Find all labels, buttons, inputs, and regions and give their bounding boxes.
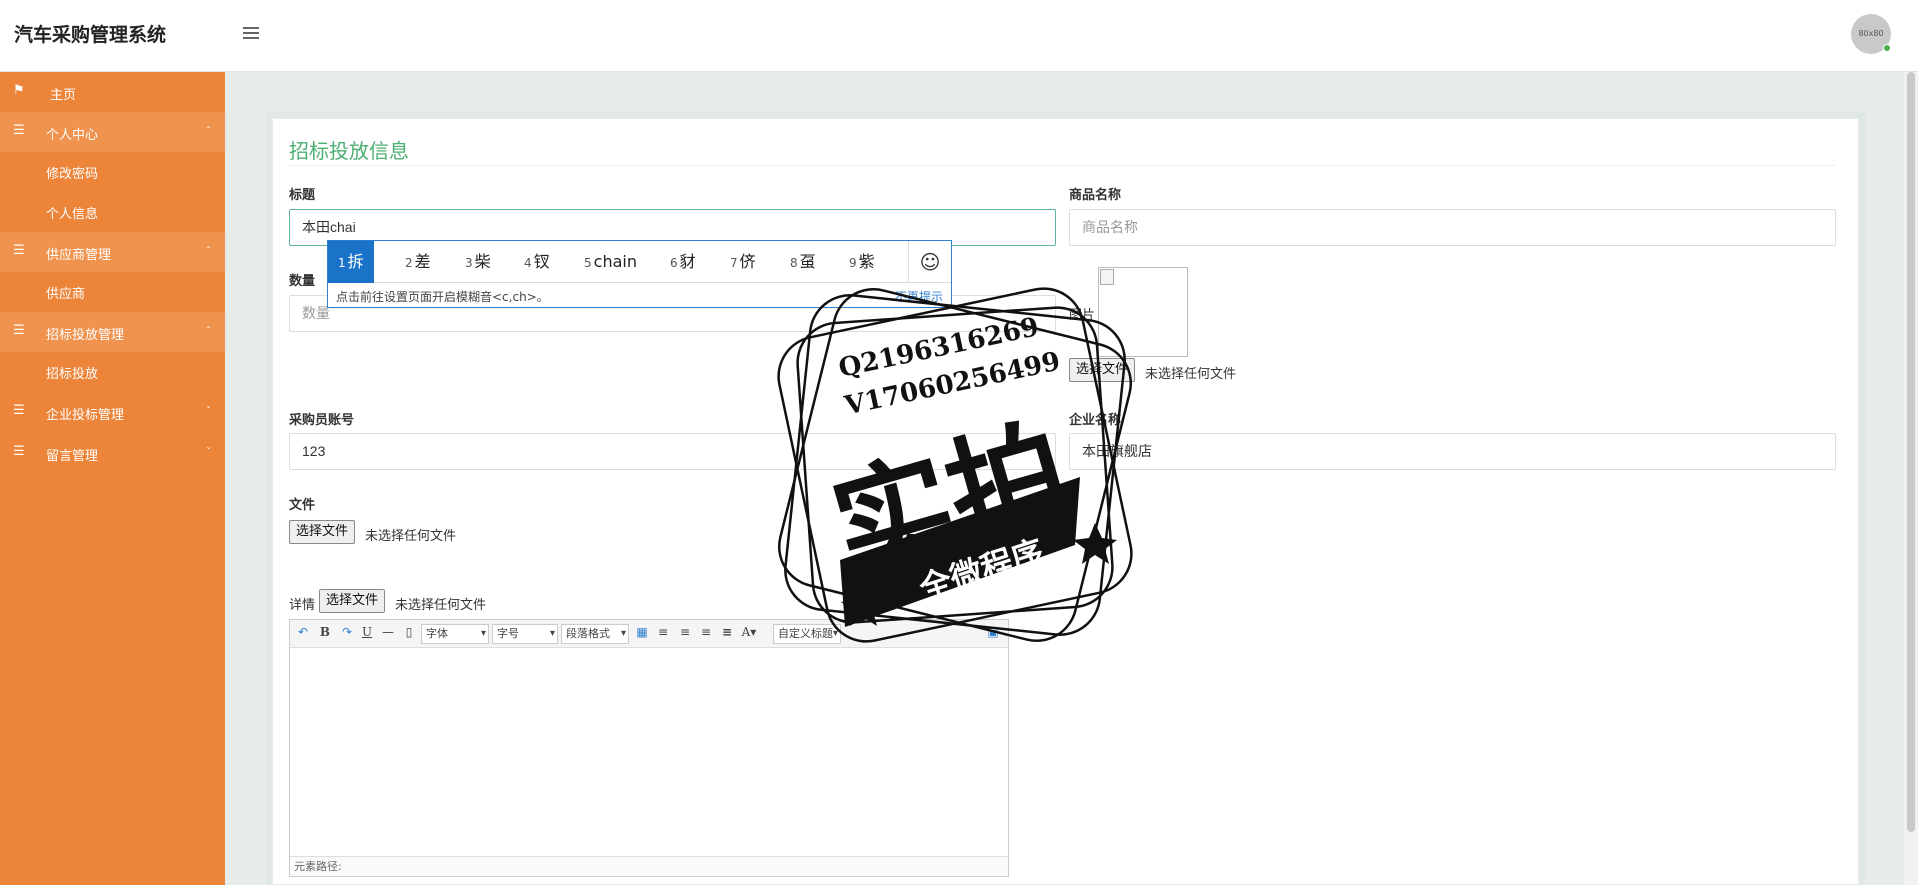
sidebar-item-label: 个人中心 <box>46 128 99 143</box>
chevron-up-icon: ˆ <box>206 246 211 257</box>
chevron-down-icon: ˇ <box>206 406 211 417</box>
watermark-stamp: Q2196316269 V17060256499 实拍 全微程序 <box>745 255 1165 675</box>
align-right-icon[interactable]: ≡ <box>676 625 694 639</box>
list-icon: ☰ <box>13 403 25 418</box>
ime-candidate[interactable]: 5 chain <box>584 241 637 283</box>
product-name-label: 商品名称 <box>1069 188 1122 203</box>
chevron-up-icon: ˆ <box>206 326 211 337</box>
page-title: 招标投放信息 <box>289 139 409 163</box>
product-name-input[interactable]: 商品名称 <box>1069 209 1836 246</box>
sidebar-item-label: 留言管理 <box>46 449 99 464</box>
redo-icon[interactable]: ↷ <box>338 625 356 639</box>
undo-icon[interactable]: ↶ <box>294 625 312 639</box>
app-title: 汽车采购管理系统 <box>14 24 167 46</box>
list-icon: ☰ <box>13 444 25 459</box>
chevron-up-icon: ˆ <box>206 126 211 137</box>
details-choose-file-button[interactable]: 选择文件 <box>319 589 386 613</box>
flag-icon: ⚑ <box>13 83 25 98</box>
justify-icon[interactable]: ≡ <box>718 625 736 639</box>
details-file-status: 未选择任何文件 <box>395 598 487 613</box>
list-icon: ☰ <box>13 123 25 138</box>
top-bar: 汽车采购管理系统 80x80 <box>0 0 1918 72</box>
sidebar-group-tender[interactable]: ☰ 招标投放管理 ˆ <box>0 312 225 352</box>
underline-icon[interactable]: U <box>358 625 376 639</box>
chevron-down-icon: ˇ <box>206 447 211 458</box>
online-status-dot <box>1883 44 1891 52</box>
buyer-account-label: 采购员账号 <box>289 413 355 428</box>
list-icon: ☰ <box>13 323 25 338</box>
details-label: 详情 <box>289 598 316 613</box>
sidebar-item-label: 主页 <box>50 88 77 103</box>
quantity-label: 数量 <box>289 274 316 289</box>
sidebar-item-profile[interactable]: 个人信息 <box>46 203 98 222</box>
align-center-icon[interactable]: ≡ <box>697 625 715 639</box>
company-name-input[interactable]: 本田旗舰店 <box>1069 433 1836 470</box>
ime-candidate[interactable]: 2差 <box>405 241 431 283</box>
sidebar-item-change-password[interactable]: 修改密码 <box>46 163 98 182</box>
file-choose-file-button[interactable]: 选择文件 <box>289 520 356 544</box>
sidebar-group-personal[interactable]: ☰ 个人中心 ˆ <box>0 112 225 152</box>
file-label: 文件 <box>289 498 316 513</box>
bold-icon[interactable]: B <box>316 625 334 639</box>
menu-toggle-icon[interactable] <box>243 27 259 39</box>
title-label: 标题 <box>289 188 316 203</box>
ime-candidate[interactable]: 3柴 <box>465 241 491 283</box>
font-family-select[interactable]: 字体 <box>421 624 489 644</box>
sidebar-group-supplier[interactable]: ☰ 供应商管理 ˆ <box>0 232 225 272</box>
ime-candidate[interactable]: 4钗 <box>524 241 550 283</box>
ime-hint[interactable]: 点击前往设置页面开启模糊音<c,ch>。 <box>336 288 549 305</box>
ime-candidate[interactable]: 6豺 <box>670 241 696 283</box>
sidebar-item-tender[interactable]: 招标投放 <box>46 363 98 382</box>
scrollbar-thumb[interactable] <box>1907 72 1915 832</box>
sidebar-item-home[interactable]: ⚑ 主页 <box>0 72 225 112</box>
element-path-bar: 元素路径: <box>290 856 1008 876</box>
sidebar <box>0 72 225 885</box>
list-icon: ☰ <box>13 243 25 258</box>
horizontal-rule-icon[interactable]: — <box>379 625 397 639</box>
file-status: 未选择任何文件 <box>365 529 457 544</box>
sidebar-item-supplier[interactable]: 供应商 <box>46 283 85 302</box>
page-icon[interactable]: ▯ <box>400 625 418 639</box>
sidebar-group-bid[interactable]: ☰ 企业投标管理 ˇ <box>0 392 225 432</box>
title-divider <box>289 165 1836 166</box>
align-left-icon[interactable]: ≡ <box>654 625 672 639</box>
table-icon[interactable]: ▦ <box>633 625 651 639</box>
sidebar-item-label: 招标投放管理 <box>46 328 125 343</box>
ime-candidate[interactable]: 1拆 <box>328 241 374 283</box>
font-size-select[interactable]: 字号 <box>492 624 558 644</box>
sidebar-item-label: 企业投标管理 <box>46 408 125 423</box>
paragraph-format-select[interactable]: 段落格式 <box>561 624 629 644</box>
sidebar-group-message[interactable]: ☰ 留言管理 ˇ <box>0 433 225 473</box>
sidebar-item-label: 供应商管理 <box>46 248 112 263</box>
